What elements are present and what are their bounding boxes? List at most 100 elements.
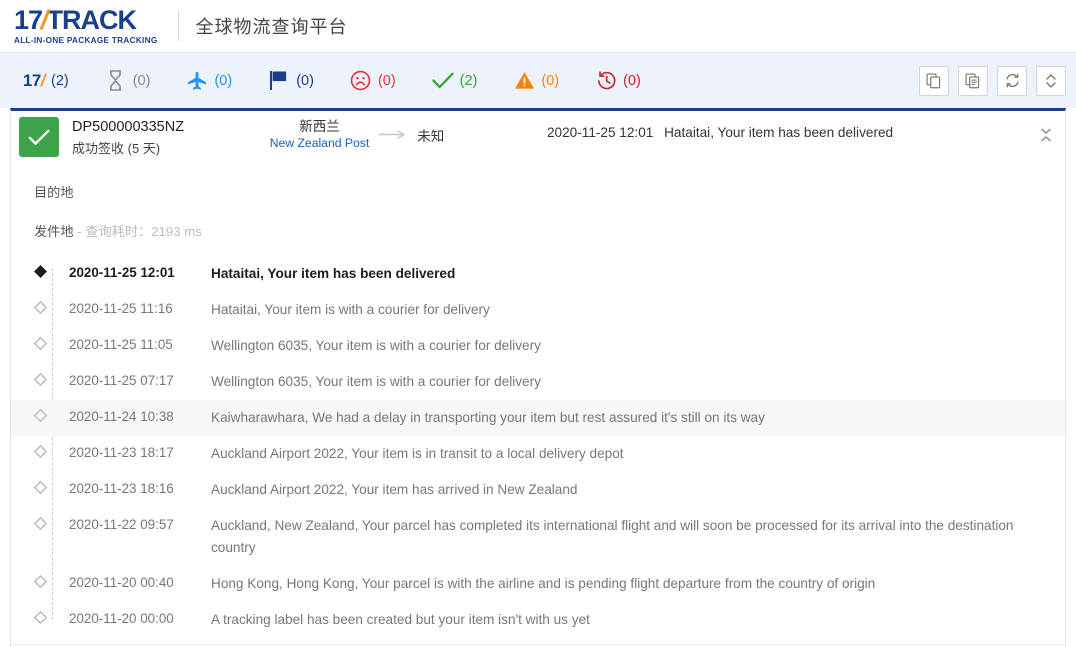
filter-tab-alert[interactable]: (0) xyxy=(512,53,559,108)
event-time: 2020-11-20 00:40 xyxy=(69,575,174,590)
status-filter-bar: 17/ (2) (0) (0) (0) (0) (2) (0) (0) xyxy=(0,53,1076,108)
filter-tab-undelivered[interactable]: (0) xyxy=(349,53,396,108)
latest-event-text: Hataitai, Your item has been delivered xyxy=(664,125,894,140)
collapse-card-button[interactable] xyxy=(1037,128,1055,146)
origin-label: 发件地 xyxy=(34,224,74,239)
latest-event-summary: 2020-11-25 12:01 Hataitai, Your item has… xyxy=(547,125,893,140)
route-summary: 新西兰 New Zealand Post 未知 xyxy=(267,119,447,151)
logo-tagline: ALL-IN-ONE PACKAGE TRACKING xyxy=(14,36,158,45)
header-divider xyxy=(177,11,179,41)
copy-all-button[interactable] xyxy=(958,65,988,96)
latest-event-time: 2020-11-25 12:01 xyxy=(547,125,654,140)
results-scroll-area[interactable]: DP500000335NZ 成功签收 (5 天) 新西兰 New Zealand… xyxy=(0,108,1076,647)
diamond-outline-icon xyxy=(33,445,47,458)
filter-count-alert: (0) xyxy=(541,72,560,89)
event-text: Hataitai, Your item is with a courier fo… xyxy=(211,302,490,317)
diamond-filled-icon xyxy=(33,265,47,278)
package-card-expanded: DP500000335NZ 成功签收 (5 天) 新西兰 New Zealand… xyxy=(10,108,1066,647)
origin-query-time: - 查询耗时：2193 ms xyxy=(77,224,202,239)
timeline-row: 2020-11-25 07:17 Wellington 6035, Your i… xyxy=(11,364,1065,400)
filter-tab-pickup[interactable]: (0) xyxy=(267,53,314,108)
timeline-marker xyxy=(11,371,69,386)
filter-count-pending: (0) xyxy=(132,72,151,89)
sad-face-icon xyxy=(349,69,373,93)
timeline-marker xyxy=(11,299,69,314)
event-text: Wellington 6035, Your item is with a cou… xyxy=(211,374,541,389)
site-tagline: 全球物流查询平台 xyxy=(195,17,348,37)
timeline-marker xyxy=(11,573,69,588)
clock-revert-icon xyxy=(594,69,618,93)
site-logo[interactable]: 17/TRACK ALL-IN-ONE PACKAGE TRACKING xyxy=(14,5,158,45)
filter-count-transit: (0) xyxy=(214,72,233,89)
checkmark-icon xyxy=(28,129,50,146)
event-text: Hataitai, Your item has been delivered xyxy=(211,266,456,281)
diamond-outline-icon xyxy=(33,517,47,530)
timeline-marker xyxy=(11,479,69,494)
refresh-icon xyxy=(1004,72,1021,89)
sort-button[interactable] xyxy=(1036,65,1066,96)
toolbar-actions xyxy=(919,65,1066,96)
event-text: Hong Kong, Hong Kong, Your parcel is wit… xyxy=(211,576,876,591)
status-filter-tabs: 17/ (2) (0) (0) (0) (0) (2) (0) (0) xyxy=(22,53,919,108)
filter-count-expired: (0) xyxy=(623,72,641,89)
route-origin: 新西兰 New Zealand Post xyxy=(270,119,370,151)
timeline-row: 2020-11-25 11:05 Wellington 6035, Your i… xyxy=(11,328,1065,364)
filter-tab-delivered[interactable]: (2) xyxy=(431,53,478,108)
timeline-row: 2020-11-25 11:16 Hataitai, Your item is … xyxy=(11,292,1065,328)
warning-triangle-icon xyxy=(512,69,536,93)
diamond-outline-icon xyxy=(33,301,47,314)
hourglass-icon xyxy=(104,69,128,93)
event-time: 2020-11-25 11:05 xyxy=(69,337,173,352)
filter-tab-all[interactable]: 17/ (2) xyxy=(22,53,69,108)
diamond-outline-icon xyxy=(33,337,47,350)
event-time: 2020-11-22 09:57 xyxy=(69,517,174,532)
package-header[interactable]: DP500000335NZ 成功签收 (5 天) 新西兰 New Zealand… xyxy=(11,111,1065,164)
filter-tab-transit[interactable]: (0) xyxy=(185,53,232,108)
17track-logo-icon: 17/ xyxy=(22,70,48,90)
package-identity: DP500000335NZ 成功签收 (5 天) xyxy=(72,118,267,158)
site-header: 17/TRACK ALL-IN-ONE PACKAGE TRACKING 全球物… xyxy=(0,0,1076,53)
diamond-outline-icon xyxy=(33,481,47,494)
diamond-outline-icon xyxy=(33,373,47,386)
tracking-number[interactable]: DP500000335NZ xyxy=(72,118,267,137)
timeline-row: 2020-11-23 18:17 Auckland Airport 2022, … xyxy=(11,436,1065,472)
destination-label: 目的地 xyxy=(34,185,74,200)
sort-updown-icon xyxy=(1045,73,1057,89)
route-origin-carrier[interactable]: New Zealand Post xyxy=(270,135,370,151)
timeline-marker xyxy=(11,335,69,350)
package-status-text: 成功签收 (5 天) xyxy=(72,141,161,156)
arrow-right-icon xyxy=(378,126,407,144)
timeline-marker xyxy=(11,263,69,278)
copy-icon xyxy=(926,72,942,89)
event-time: 2020-11-25 12:01 xyxy=(69,265,175,280)
timeline-row: 2020-11-20 00:00 A tracking label has be… xyxy=(11,602,1065,638)
timeline-row: 2020-11-25 12:01 Hataitai, Your item has… xyxy=(11,256,1065,292)
filter-count-all: (2) xyxy=(51,72,69,89)
collapse-icon xyxy=(1040,128,1052,147)
timeline-row: 2020-11-23 18:16 Auckland Airport 2022, … xyxy=(11,472,1065,508)
filter-tab-pending[interactable]: (0) xyxy=(104,53,151,108)
copy-button[interactable] xyxy=(919,65,949,96)
event-time: 2020-11-20 00:00 xyxy=(69,611,174,626)
refresh-button[interactable] xyxy=(997,65,1027,96)
route-origin-cn: 新西兰 xyxy=(299,119,340,134)
event-timeline: 2020-11-25 12:01 Hataitai, Your item has… xyxy=(11,246,1065,644)
origin-line: 发件地 - 查询耗时：2193 ms xyxy=(11,201,1065,246)
filter-count-delivered: (2) xyxy=(459,72,478,89)
event-time: 2020-11-23 18:17 xyxy=(69,445,174,460)
diamond-outline-icon xyxy=(33,575,47,588)
timeline-row: 2020-11-22 09:57 Auckland, New Zealand, … xyxy=(11,508,1065,566)
filter-count-undelivered: (0) xyxy=(377,72,396,89)
filter-tab-expired[interactable]: (0) xyxy=(594,53,641,108)
event-time: 2020-11-24 10:38 xyxy=(69,409,174,424)
event-time: 2020-11-23 18:16 xyxy=(69,481,174,496)
logo-track-text: TRACK xyxy=(46,5,137,35)
checkmark-icon xyxy=(431,69,455,93)
event-text: Auckland, New Zealand, Your parcel has c… xyxy=(211,518,1014,555)
timeline-marker xyxy=(11,515,69,530)
timeline-marker xyxy=(11,407,69,422)
diamond-outline-icon xyxy=(33,409,47,422)
event-text: Kaiwharawhara, We had a delay in transpo… xyxy=(211,410,765,425)
timeline-row: 2020-11-24 10:38 Kaiwharawhara, We had a… xyxy=(11,400,1065,436)
event-text: Auckland Airport 2022, Your item is in t… xyxy=(211,446,624,461)
